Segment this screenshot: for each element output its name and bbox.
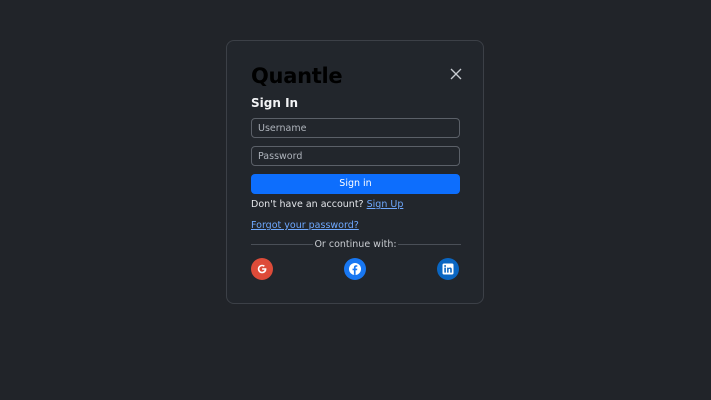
facebook-login-button[interactable] xyxy=(344,258,366,280)
modal-title: Sign In xyxy=(251,96,299,110)
google-login-button[interactable] xyxy=(251,258,273,280)
password-input[interactable] xyxy=(251,146,460,166)
close-button[interactable] xyxy=(449,67,463,81)
forgot-password-link[interactable]: Forgot your password? xyxy=(251,219,359,232)
signup-prompt: Don't have an account? Sign Up xyxy=(251,198,403,211)
google-icon xyxy=(257,264,267,274)
linkedin-icon xyxy=(442,263,454,275)
divider-line-right xyxy=(398,244,461,245)
facebook-icon xyxy=(349,263,361,275)
close-icon xyxy=(450,68,462,80)
linkedin-login-button[interactable] xyxy=(437,258,459,280)
no-account-text: Don't have an account? xyxy=(251,199,364,210)
divider-text: Or continue with: xyxy=(314,239,397,250)
sign-up-link[interactable]: Sign Up xyxy=(367,199,404,210)
sign-in-modal: Quantle Sign In Sign in Don't have an ac… xyxy=(226,40,484,304)
divider-line-left xyxy=(251,244,313,245)
username-input[interactable] xyxy=(251,118,460,138)
sign-in-button[interactable]: Sign in xyxy=(251,174,460,194)
brand-logo: Quantle xyxy=(251,64,343,88)
